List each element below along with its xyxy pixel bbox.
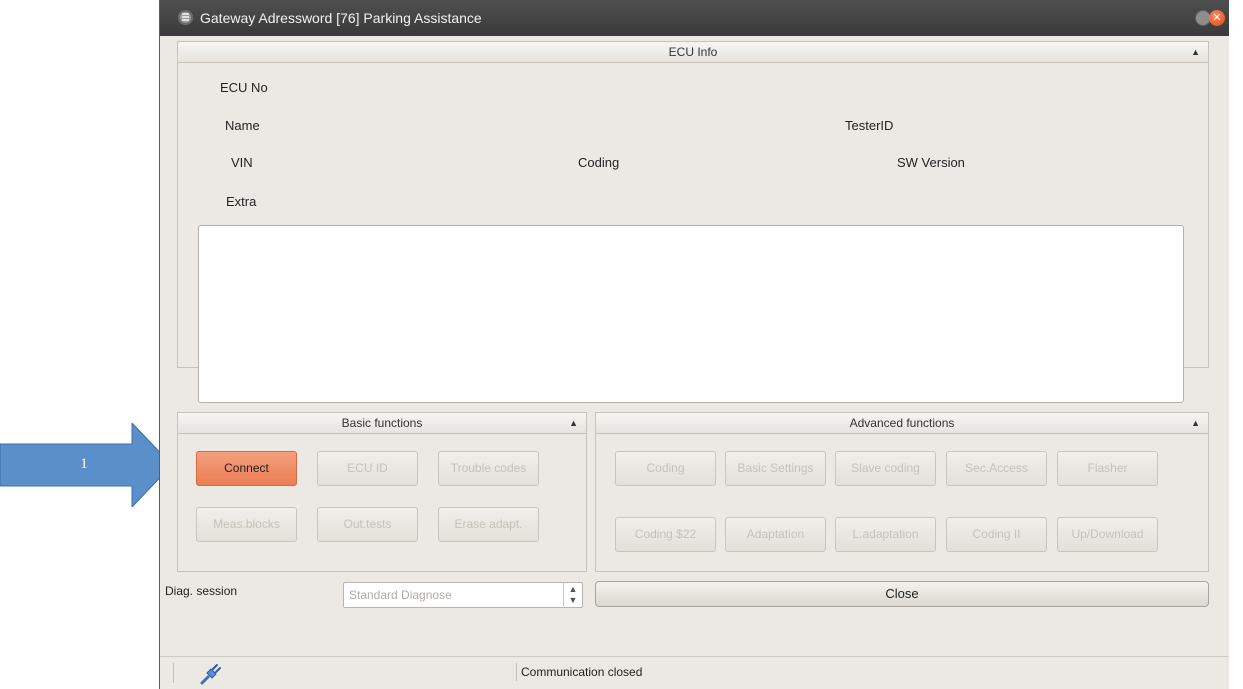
app-window: Gateway Adressword [76] Parking Assistan… xyxy=(159,0,1229,689)
advanced-functions-header[interactable]: Advanced functions ▲ xyxy=(596,413,1208,434)
ecu-info-header-label: ECU Info xyxy=(668,45,718,59)
erase-adapt-button[interactable]: Erase adapt. xyxy=(438,507,539,542)
coding-22-button[interactable]: Coding $22 xyxy=(615,517,716,552)
sw-version-label: SW Version xyxy=(897,155,965,170)
advanced-functions-header-label: Advanced functions xyxy=(849,416,955,430)
ecu-no-label: ECU No xyxy=(220,80,268,95)
ecu-info-header[interactable]: ECU Info ▲ xyxy=(178,42,1208,63)
ecu-info-panel: ECU Info ▲ ECU No Name TesterID VIN Codi… xyxy=(177,41,1209,403)
plug-icon xyxy=(200,664,221,685)
close-window-button[interactable]: ✕ xyxy=(1209,10,1225,26)
trouble-codes-button[interactable]: Trouble codes xyxy=(438,451,539,486)
meas-blocks-button[interactable]: Meas.blocks xyxy=(196,507,297,542)
name-label: Name xyxy=(225,118,260,133)
status-separator xyxy=(173,663,174,683)
collapse-caret-icon[interactable]: ▲ xyxy=(569,413,578,433)
ecu-id-button[interactable]: ECU ID xyxy=(317,451,418,486)
out-tests-button[interactable]: Out.tests xyxy=(317,507,418,542)
status-bar: Communication closed xyxy=(160,656,1229,689)
coding-ii-button[interactable]: Coding II xyxy=(946,517,1047,552)
status-text: Communication closed xyxy=(516,663,642,681)
vin-label: VIN xyxy=(231,155,253,170)
advanced-functions-panel: Advanced functions ▲ Coding Basic Settin… xyxy=(595,412,1209,572)
slave-coding-button[interactable]: Slave coding xyxy=(835,451,936,486)
window-menu-icon[interactable] xyxy=(178,10,193,25)
basic-functions-header-label: Basic functions xyxy=(341,416,423,430)
coding-label: Coding xyxy=(578,155,620,170)
collapse-caret-icon[interactable]: ▲ xyxy=(1191,42,1200,62)
adaptation-button[interactable]: Adaptation xyxy=(725,517,826,552)
tester-id-label: TesterID xyxy=(845,118,894,133)
diag-session-select[interactable]: Standard Diagnose ▲ ▼ xyxy=(343,582,583,608)
basic-functions-header[interactable]: Basic functions ▲ xyxy=(178,413,586,434)
up-download-button[interactable]: Up/Download xyxy=(1057,517,1158,552)
extra-label: Extra xyxy=(226,194,257,209)
title-bar: Gateway Adressword [76] Parking Assistan… xyxy=(160,0,1229,36)
ecu-info-output-area[interactable] xyxy=(198,225,1184,403)
sec-access-button[interactable]: Sec.Access xyxy=(946,451,1047,486)
connect-button[interactable]: Connect xyxy=(196,451,297,486)
coding-button[interactable]: Coding xyxy=(615,451,716,486)
basic-functions-panel: Basic functions ▲ Connect ECU ID Trouble… xyxy=(177,412,587,572)
l-adaptation-button[interactable]: L.adaptation xyxy=(835,517,936,552)
diag-session-value: Standard Diagnose xyxy=(349,588,452,602)
annotation-number: 1 xyxy=(80,456,88,472)
close-button[interactable]: Close xyxy=(595,581,1209,607)
spin-arrows-icon[interactable]: ▲ ▼ xyxy=(563,583,582,608)
basic-settings-button[interactable]: Basic Settings xyxy=(725,451,826,486)
diag-session-label: Diag. session xyxy=(165,584,238,598)
flasher-button[interactable]: Flasher xyxy=(1057,451,1158,486)
collapse-caret-icon[interactable]: ▲ xyxy=(1191,413,1200,433)
window-title: Gateway Adressword [76] Parking Assistan… xyxy=(200,10,482,26)
